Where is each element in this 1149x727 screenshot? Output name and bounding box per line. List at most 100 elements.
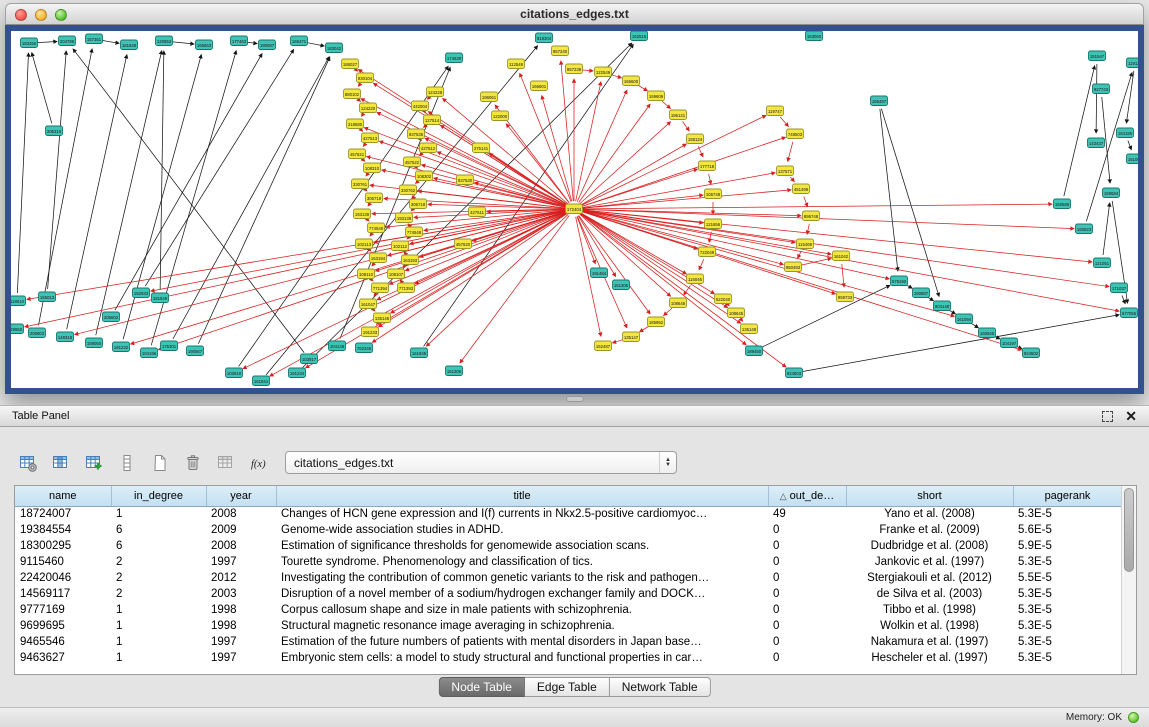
table-cell[interactable]: Embryonic stem cells: a model to study s… [276, 650, 768, 666]
table-cell[interactable]: Disruption of a novel member of a sodium… [276, 586, 768, 602]
network-node[interactable]: 950493 [785, 262, 802, 272]
table-cell[interactable]: 6 [111, 538, 206, 554]
network-node[interactable]: 166487 [871, 96, 888, 106]
network-node[interactable]: 771393 [398, 283, 415, 293]
column-header-year[interactable]: year [206, 486, 276, 506]
network-node[interactable]: 103917 [301, 354, 318, 364]
table-cell[interactable]: 0 [768, 602, 846, 618]
new-column-icon[interactable] [80, 449, 107, 476]
network-node[interactable]: 152933 [133, 288, 150, 298]
network-node[interactable]: 205602 [103, 312, 120, 322]
table-cell[interactable]: 5.3E-5 [1013, 586, 1122, 602]
table-cell[interactable]: 0 [768, 650, 846, 666]
network-node[interactable]: 904148 [934, 301, 951, 311]
network-node[interactable]: 161042 [833, 251, 850, 261]
network-node[interactable]: 161945 [411, 348, 428, 358]
table-cell[interactable]: 5.3E-5 [1013, 506, 1122, 522]
network-node[interactable]: 427512 [420, 143, 437, 153]
table-row[interactable]: 911546021997Tourette syndrome. Phenomeno… [15, 554, 1122, 570]
column-header-short[interactable]: short [846, 486, 1013, 506]
network-node[interactable]: 957239 [566, 64, 583, 74]
table-cell[interactable]: 1 [111, 602, 206, 618]
network-node[interactable]: 181849 [152, 293, 169, 303]
network-node[interactable]: 959733 [837, 292, 854, 302]
table-selector-dropdown[interactable]: citations_edges.txt ▲▼ [285, 451, 677, 474]
function-builder-icon[interactable]: f(x) [245, 449, 272, 476]
table-cell[interactable]: 0 [768, 618, 846, 634]
table-cell[interactable]: 18300295 [15, 538, 111, 554]
network-node[interactable]: 165663 [196, 40, 213, 50]
table-row[interactable]: 977716911998Corpus callosum shape and si… [15, 602, 1122, 618]
table-cell[interactable]: 9777169 [15, 602, 111, 618]
panel-resize-handle[interactable] [566, 396, 584, 402]
network-node[interactable]: 177463 [231, 36, 248, 46]
table-cell[interactable]: Dudbridge et al. (2008) [846, 538, 1013, 554]
network-node[interactable]: 895748 [803, 211, 820, 221]
network-node[interactable]: 119134 [1127, 58, 1139, 68]
network-node[interactable]: 104148 [329, 341, 346, 351]
network-node[interactable]: 189450 [746, 346, 763, 356]
table-row[interactable]: 2242004622012Investigating the contribut… [15, 570, 1122, 586]
table-cell[interactable]: 22420046 [15, 570, 111, 586]
network-node[interactable]: 330761 [352, 179, 369, 189]
network-node[interactable]: 116046 [687, 274, 704, 284]
network-node[interactable]: 174639 [446, 53, 463, 63]
network-node[interactable]: 152487 [595, 341, 612, 351]
table-row[interactable]: 946554611997Estimation of the future num… [15, 634, 1122, 650]
network-node[interactable]: 880102 [344, 89, 361, 99]
table-cell[interactable]: 6 [111, 522, 206, 538]
network-node[interactable]: 108645 [728, 308, 745, 318]
network-node[interactable]: 159584 [1103, 188, 1120, 198]
table-cell[interactable]: 18724007 [15, 506, 111, 522]
table-cell[interactable]: 5.3E-5 [1013, 618, 1122, 634]
network-node[interactable]: 108646 [670, 298, 687, 308]
network-node[interactable]: 162515 [631, 31, 648, 41]
table-cell[interactable]: Changes of HCN gene expression and I(f) … [276, 506, 768, 522]
table-cell[interactable]: 5.3E-5 [1013, 602, 1122, 618]
network-node[interactable]: 104197 [1001, 338, 1018, 348]
import-table-icon[interactable] [212, 449, 239, 476]
network-node[interactable]: 124220 [360, 103, 377, 113]
table-cell[interactable]: 0 [768, 522, 846, 538]
table-cell[interactable]: 0 [768, 586, 846, 602]
column-header-pagerank[interactable]: pagerank [1013, 486, 1122, 506]
network-node[interactable]: 157351 [86, 34, 103, 44]
table-cell[interactable]: 5.3E-5 [1013, 554, 1122, 570]
network-node[interactable]: 161094 [956, 314, 973, 324]
table-cell[interactable]: Jankovic et al. (1997) [846, 554, 1013, 570]
network-node[interactable]: 163060 [806, 31, 823, 41]
table-cell[interactable]: Stergiakouli et al. (2012) [846, 570, 1013, 586]
column-header-title[interactable]: title [276, 486, 768, 506]
network-node[interactable]: 205310 [46, 126, 63, 136]
zoom-button[interactable] [55, 9, 67, 21]
network-node[interactable]: 172404 [566, 204, 583, 214]
table-cell[interactable]: 1997 [206, 650, 276, 666]
network-node[interactable]: 163194 [370, 253, 387, 263]
network-node[interactable]: 151306 [446, 366, 463, 376]
tab-edge-table[interactable]: Edge Table [525, 677, 610, 697]
table-cell[interactable]: Nakamura et al. (1997) [846, 634, 1013, 650]
network-node[interactable]: 275141 [473, 143, 490, 153]
table-row[interactable]: 1830029562008Estimation of significance … [15, 538, 1122, 554]
network-node[interactable]: 206903 [29, 328, 46, 338]
network-node[interactable]: 112549 [508, 59, 525, 69]
network-node[interactable]: 927743 [1093, 84, 1110, 94]
network-node[interactable]: 166600 [623, 76, 640, 86]
table-row[interactable]: 946362711997Embryonic stem cells: a mode… [15, 650, 1122, 666]
network-node[interactable]: 330762 [400, 185, 417, 195]
network-node[interactable]: 457520 [455, 239, 472, 249]
table-cell[interactable]: Genome-wide association studies in ADHD. [276, 522, 768, 538]
table-cell[interactable]: 2 [111, 554, 206, 570]
table-cell[interactable]: 2003 [206, 586, 276, 602]
table-cell[interactable]: 2012 [206, 570, 276, 586]
table-cell[interactable]: Tibbo et al. (1998) [846, 602, 1013, 618]
network-node[interactable]: 160945 [979, 328, 996, 338]
table-cell[interactable]: 0 [768, 538, 846, 554]
table-cell[interactable]: Tourette syndrome. Phenomenology and cla… [276, 554, 768, 570]
table-cell[interactable]: 1997 [206, 634, 276, 650]
tab-network-table[interactable]: Network Table [610, 677, 711, 697]
table-cell[interactable]: 9699695 [15, 618, 111, 634]
table-cell[interactable]: 0 [768, 570, 846, 586]
network-node[interactable]: 106748 [705, 189, 722, 199]
network-node[interactable]: 191233 [362, 327, 379, 337]
